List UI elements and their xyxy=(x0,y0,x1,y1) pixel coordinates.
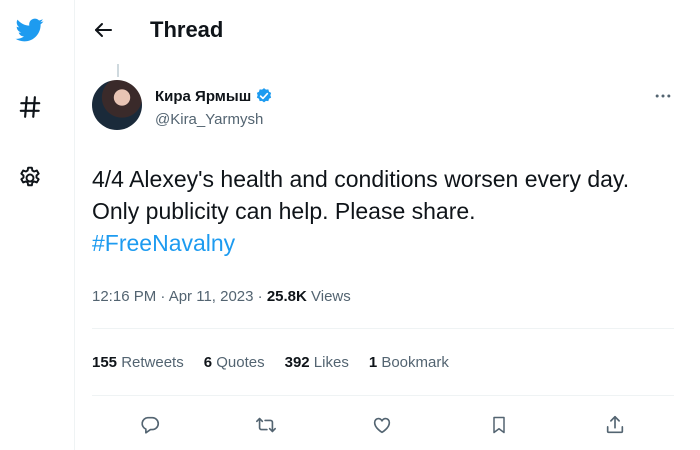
engagement-stats: 155 Retweets 6 Quotes 392 Likes 1 Bookma… xyxy=(92,354,469,371)
settings-icon[interactable] xyxy=(14,162,46,194)
retweet-icon[interactable] xyxy=(253,412,279,438)
tweet-timestamp[interactable]: 12:16 PM · Apr 11, 2023 · xyxy=(92,288,267,305)
author-name-row: Кира Ярмыш xyxy=(155,87,273,105)
divider xyxy=(92,328,674,329)
views-label: Views xyxy=(306,288,351,305)
likes-count: 392 xyxy=(284,354,310,371)
tweet-meta: 12:16 PM · Apr 11, 2023 · 25.8K Views xyxy=(92,288,351,305)
likes-label: Likes xyxy=(309,354,349,371)
quotes-label: Quotes xyxy=(212,354,265,371)
hashtag-link[interactable]: #FreeNavalny xyxy=(92,227,692,259)
views-count: 25.8K xyxy=(266,288,307,305)
bookmarks-count: 1 xyxy=(368,354,378,371)
thread-main: Thread Кира Ярмыш @Kira_Yarmysh 4/4 Alex… xyxy=(75,0,700,450)
avatar[interactable] xyxy=(92,80,142,130)
reply-icon[interactable] xyxy=(137,412,163,438)
back-arrow-icon[interactable] xyxy=(91,18,115,42)
tweet-actions xyxy=(75,408,700,442)
retweets-stat[interactable]: 155 Retweets xyxy=(92,354,184,371)
quotes-stat[interactable]: 6 Quotes xyxy=(204,354,265,371)
author-display-name[interactable]: Кира Ярмыш xyxy=(155,88,251,105)
thread-header: Thread xyxy=(75,0,700,62)
twitter-logo-icon[interactable] xyxy=(14,14,46,46)
likes-stat[interactable]: 392 Likes xyxy=(285,354,349,371)
quotes-count: 6 xyxy=(203,354,213,371)
bookmarks-stat[interactable]: 1 Bookmark xyxy=(369,354,449,371)
tweet-text: 4/4 Alexey's health and conditions worse… xyxy=(92,163,692,259)
hashtag-icon[interactable] xyxy=(14,91,46,123)
more-icon[interactable] xyxy=(653,86,673,106)
thread-connector xyxy=(117,64,119,77)
tweet-text-line: 4/4 Alexey's health and conditions worse… xyxy=(92,166,630,192)
retweets-label: Retweets xyxy=(117,354,184,371)
retweets-count: 155 xyxy=(92,354,118,371)
page-title: Thread xyxy=(150,17,224,42)
bookmark-icon[interactable] xyxy=(486,412,512,438)
verified-badge-icon xyxy=(255,87,273,105)
divider xyxy=(92,395,674,396)
tweet-text-line: Only publicity can help. Please share. xyxy=(92,198,476,224)
sidebar xyxy=(0,0,75,450)
share-icon[interactable] xyxy=(602,412,628,438)
like-icon[interactable] xyxy=(369,412,395,438)
author-handle[interactable]: @Kira_Yarmysh xyxy=(155,111,263,128)
bookmarks-label: Bookmark xyxy=(377,354,449,371)
